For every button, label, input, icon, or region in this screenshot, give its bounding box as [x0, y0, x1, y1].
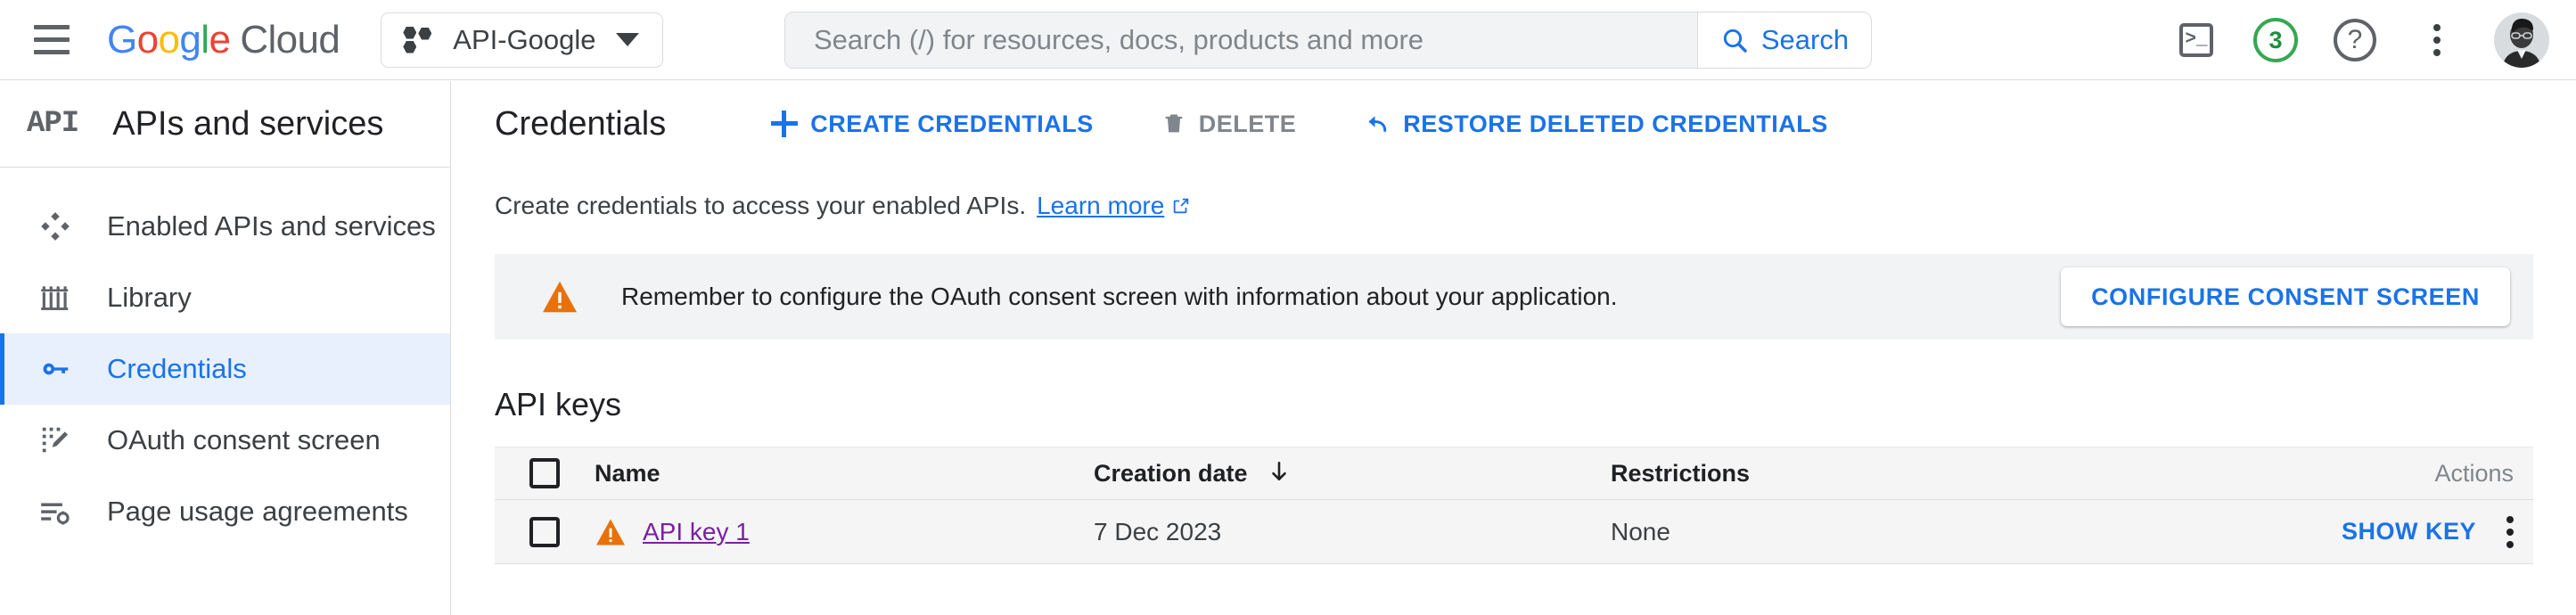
create-credentials-button[interactable]: CREATE CREDENTIALS — [771, 111, 1094, 138]
notifications-count: 3 — [2268, 26, 2283, 53]
help-question-icon: ? — [2334, 19, 2376, 62]
learn-more-label: Learn more — [1037, 192, 1165, 219]
notifications-badge-icon[interactable]: 3 — [2253, 18, 2298, 62]
restrictions-value: None — [1611, 517, 1670, 545]
hamburger-menu-icon[interactable] — [30, 19, 73, 62]
sidebar-nav: Enabled APIs and services Library Creden… — [0, 168, 450, 547]
page-toolbar: Credentials CREATE CREDENTIALS DELETE RE… — [452, 81, 2576, 167]
column-header-restrictions[interactable]: Restrictions — [1611, 460, 1750, 487]
search-button-label: Search — [1760, 24, 1850, 55]
trash-icon — [1165, 114, 1183, 133]
page-title: Credentials — [495, 104, 667, 143]
warning-triangle-icon — [543, 281, 577, 313]
select-all-checkbox[interactable] — [529, 458, 560, 488]
description-text: Create credentials to access your enable… — [495, 192, 1027, 219]
restore-deleted-credentials-button[interactable]: RESTORE DELETED CREDENTIALS — [1364, 111, 1828, 138]
key-icon — [37, 351, 73, 387]
table-header-row: Name Creation date Restrictions Actions — [495, 447, 2533, 500]
cloud-shell-button[interactable]: >_ — [2171, 15, 2221, 65]
plus-icon — [771, 111, 799, 137]
sidebar-title: APIs and services — [112, 104, 384, 143]
sidebar-item-label: Credentials — [107, 353, 247, 384]
main-content: Credentials CREATE CREDENTIALS DELETE RE… — [452, 81, 2576, 615]
search-input[interactable] — [785, 12, 1697, 68]
sidebar-header: API APIs and services — [0, 81, 450, 167]
row-name-cell: API key 1 — [595, 518, 1094, 546]
project-name: API-Google — [453, 23, 596, 55]
chevron-down-icon — [615, 33, 639, 46]
sidebar-item-label: OAuth consent screen — [107, 424, 381, 455]
api-keys-table: Name Creation date Restrictions Actions — [495, 447, 2533, 564]
column-header-actions: Actions — [2434, 459, 2514, 487]
column-header-name[interactable]: Name — [595, 460, 660, 488]
google-cloud-logo[interactable]: Google Cloud — [107, 20, 340, 60]
row-creation-date-cell: 7 Dec 2023 — [1094, 518, 1611, 546]
api-keys-section-title: API keys — [495, 386, 622, 422]
oauth-consent-banner: Remember to configure the OAuth consent … — [495, 254, 2533, 340]
learn-more-link[interactable]: Learn more — [1037, 192, 1191, 222]
show-key-button[interactable]: SHOW KEY — [2342, 518, 2476, 545]
library-columns-icon — [37, 280, 73, 316]
sidebar-item-credentials[interactable]: Credentials — [0, 333, 450, 405]
header-more-button[interactable] — [2412, 15, 2462, 65]
more-vertical-kebab-icon[interactable] — [2506, 515, 2514, 548]
header-action-icons: >_ 3 ? — [2171, 0, 2549, 80]
create-credentials-label: CREATE CREDENTIALS — [810, 110, 1094, 137]
delete-button[interactable]: DELETE — [1161, 111, 1297, 138]
search-icon — [1723, 29, 1747, 53]
external-link-icon — [1171, 193, 1191, 222]
cloud-wordmark: Cloud — [240, 17, 340, 62]
restore-label: RESTORE DELETED CREDENTIALS — [1403, 110, 1828, 137]
project-selector[interactable]: API-Google — [381, 12, 663, 68]
row-actions-cell: SHOW KEY — [2150, 515, 2533, 548]
api-logo-icon: API — [27, 107, 79, 141]
sidebar: API APIs and services Enabled APIs and s… — [0, 81, 451, 615]
top-header-bar: GoogleCloud API-Google Search >_ 3 ? — [0, 0, 2576, 80]
column-header-creation-date[interactable]: Creation date — [1094, 460, 1248, 488]
api-key-name-link[interactable]: API key 1 — [643, 518, 750, 546]
global-search: Search — [784, 12, 1872, 69]
help-button[interactable]: ? — [2330, 15, 2380, 65]
user-avatar-icon[interactable] — [2494, 12, 2549, 68]
table-row[interactable]: API key 1 7 Dec 2023 None SHOW KEY — [495, 500, 2533, 564]
search-button[interactable]: Search — [1697, 12, 1871, 68]
warning-triangle-icon — [596, 518, 625, 545]
sidebar-item-library[interactable]: Library — [0, 262, 450, 333]
sidebar-item-label: Library — [107, 282, 192, 313]
more-vertical-kebab-icon — [2433, 24, 2441, 56]
row-restrictions-cell: None — [1611, 518, 2150, 546]
cloud-shell-terminal-icon: >_ — [2179, 23, 2213, 57]
banner-message: Remember to configure the OAuth consent … — [621, 283, 1618, 310]
page-description: Create credentials to access your enable… — [452, 167, 2576, 222]
sidebar-item-page-usage-agreements[interactable]: Page usage agreements — [0, 476, 450, 547]
project-hexagon-icon — [403, 26, 433, 53]
sidebar-item-enabled-apis[interactable]: Enabled APIs and services — [0, 191, 450, 262]
arrow-down-icon — [1267, 460, 1291, 488]
select-all-cell — [495, 458, 595, 488]
delete-label: DELETE — [1198, 110, 1297, 137]
sidebar-item-oauth-consent-screen[interactable]: OAuth consent screen — [0, 405, 450, 476]
row-checkbox[interactable] — [529, 516, 560, 547]
row-select-cell — [495, 516, 595, 547]
oauth-consent-icon — [37, 422, 73, 458]
sidebar-item-label: Page usage agreements — [107, 496, 408, 527]
undo-arrow-icon — [1368, 116, 1387, 132]
configure-consent-screen-button[interactable]: CONFIGURE CONSENT SCREEN — [2061, 267, 2510, 326]
creation-date-value: 7 Dec 2023 — [1094, 517, 1222, 545]
sidebar-item-label: Enabled APIs and services — [107, 210, 436, 242]
page-usage-agreements-icon — [37, 494, 73, 529]
enabled-apis-diamond-icon — [37, 209, 73, 244]
